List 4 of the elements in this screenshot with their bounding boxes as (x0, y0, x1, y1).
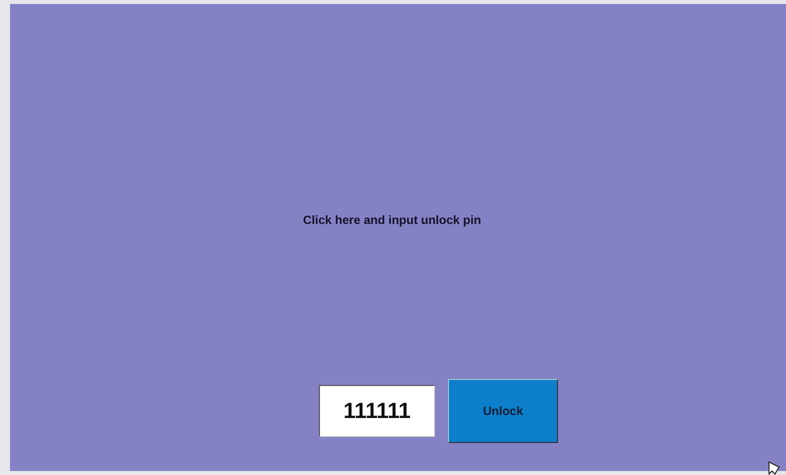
mouse-pointer-icon (768, 461, 780, 475)
unlock-button[interactable]: Unlock (448, 379, 558, 443)
pin-field[interactable]: 111111 (319, 385, 435, 437)
unlock-prompt[interactable]: Click here and input unlock pin (303, 213, 482, 227)
